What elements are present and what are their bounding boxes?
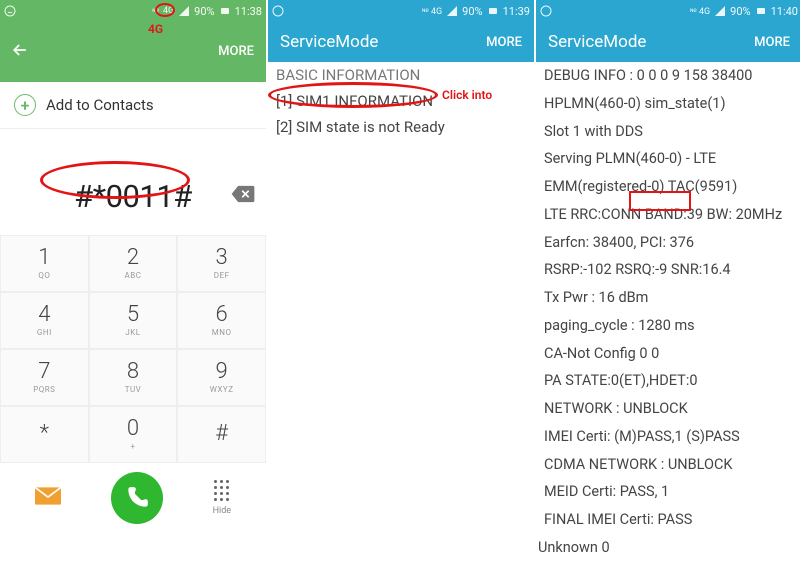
dialed-number: #*0011# [74,178,192,215]
whatsapp-icon [540,5,552,17]
status-time: 11:39 [503,5,530,18]
call-button[interactable] [111,472,163,524]
key-9[interactable]: 9WXYZ [177,349,266,406]
battery-percent: 90% [462,5,482,18]
debug-row: PA STATE:0(ET),HDET:0 [536,367,800,395]
key-7[interactable]: 7PQRS [0,349,89,406]
add-to-contacts-label: Add to Contacts [46,96,154,114]
status-time: 11:38 [235,5,262,18]
list-item-basic-info[interactable]: BASIC INFORMATION [268,62,534,88]
more-button[interactable]: MORE [486,35,522,50]
page-title: ServiceMode [548,32,646,52]
dots-icon [214,480,230,502]
list-item-sim-state[interactable]: [2] SIM state is not Ready [268,114,534,140]
status-bar: ᶰᵉ 4G 90% 11:38 [0,0,266,22]
dialer-bottom-bar: Hide [0,463,266,533]
status-4g-icon: 4G [163,6,174,16]
battery-percent: 90% [194,5,214,18]
debug-row: MEID Certi: PASS, 1 [536,478,800,506]
debug-row: NETWORK : UNBLOCK [536,395,800,423]
keypad: 1QO 2ABC 3DEF 4GHI 5JKL 6MNO 7PQRS 8TUV … [0,235,266,463]
key-4[interactable]: 4GHI [0,292,89,349]
signal-icon [714,5,726,17]
debug-row: EMM(registered-0) TAC(9591) [536,173,800,201]
svc-header: ᶰᵉ 4G 90% 11:40 ServiceMode MORE [536,0,800,62]
debug-row: HPLMN(460-0) sim_state(1) [536,90,800,118]
page-title: ServiceMode [280,32,378,52]
key-2[interactable]: 2ABC [89,235,178,292]
debug-row: LTE RRC:CONN BAND:39 BW: 20MHz [536,201,800,229]
more-button[interactable]: MORE [218,44,254,59]
battery-icon [219,5,231,17]
debug-row: paging_cycle : 1280 ms [536,312,800,340]
pane-dialer: ᶰᵉ 4G 90% 11:38 MORE + Add to Contacts #… [0,0,266,564]
debug-row: Slot 1 with DDS [536,118,800,146]
dialed-number-area: #*0011# [0,157,266,235]
back-icon[interactable] [10,40,30,65]
key-0[interactable]: 0+ [89,406,178,463]
list-item-sim1-info[interactable]: [1] SIM1 INFORMATION [268,88,534,114]
plus-icon: + [14,94,36,116]
key-hash[interactable]: # [177,406,266,463]
key-star[interactable]: * [0,406,89,463]
key-5[interactable]: 5JKL [89,292,178,349]
status-bar: ᶰᵉ 4G 90% 11:39 [268,0,534,22]
debug-row: CA-Not Config 0 0 [536,340,800,368]
battery-icon [755,5,767,17]
debug-row: IMEI Certi: (M)PASS,1 (S)PASS [536,423,800,451]
more-button[interactable]: MORE [754,35,790,50]
debug-row: Serving PLMN(460-0) - LTE [536,145,800,173]
status-time: 11:40 [771,5,798,18]
debug-row: Earfcn: 38400, PCI: 376 [536,229,800,257]
pane-servicemode-debug: ᶰᵉ 4G 90% 11:40 ServiceMode MORE DEBUG I… [536,0,800,564]
pane-servicemode-list: ᶰᵉ 4G 90% 11:39 ServiceMode MORE BASIC I… [268,0,534,564]
whatsapp-icon [272,5,284,17]
status-bar: ᶰᵉ 4G 90% 11:40 [536,0,800,22]
status-net-icon: ᶰᵉ 4G [422,6,442,17]
dialer-header: MORE [0,22,266,82]
status-net-icon: ᶰᵉ [152,6,159,17]
mail-icon[interactable] [35,487,61,509]
status-net-icon: ᶰᵉ 4G [690,6,710,17]
whatsapp-icon [4,5,16,17]
signal-icon [446,5,458,17]
debug-row: DEBUG INFO : 0 0 0 9 158 38400 [536,62,800,90]
debug-row: RSRP:-102 RSRQ:-9 SNR:16.4 [536,256,800,284]
key-8[interactable]: 8TUV [89,349,178,406]
svc-header: ᶰᵉ 4G 90% 11:39 ServiceMode MORE [268,0,534,62]
debug-list: DEBUG INFO : 0 0 0 9 158 38400 HPLMN(460… [536,62,800,564]
debug-row: CDMA NETWORK : UNBLOCK [536,451,800,479]
battery-icon [487,5,499,17]
debug-row: Unknown 0 [536,534,800,562]
debug-row: Tx Pwr : 16 dBm [536,284,800,312]
keypad-hide-button[interactable]: Hide [213,480,231,516]
key-6[interactable]: 6MNO [177,292,266,349]
svc-list: BASIC INFORMATION [1] SIM1 INFORMATION [… [268,62,534,140]
key-3[interactable]: 3DEF [177,235,266,292]
backspace-icon[interactable] [230,184,256,208]
key-1[interactable]: 1QO [0,235,89,292]
add-to-contacts-row[interactable]: + Add to Contacts [0,82,266,129]
debug-row: FINAL IMEI Certi: PASS [536,506,800,534]
battery-percent: 90% [730,5,750,18]
hide-label: Hide [213,506,231,516]
signal-icon [178,5,190,17]
